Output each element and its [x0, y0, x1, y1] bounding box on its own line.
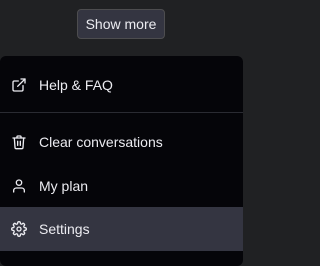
menu-item-clear-conversations[interactable]: Clear conversations	[0, 120, 243, 164]
external-link-icon	[11, 77, 27, 93]
gear-icon	[11, 221, 27, 237]
show-more-button[interactable]: Show more	[77, 9, 165, 39]
user-icon	[11, 178, 27, 194]
menu-item-label: Settings	[39, 221, 90, 237]
menu-item-settings[interactable]: Settings	[0, 207, 243, 251]
user-menu: Help & FAQ Clear conversations My plan S…	[0, 56, 243, 266]
menu-item-label: Help & FAQ	[39, 77, 113, 93]
menu-item-label: My plan	[39, 178, 89, 194]
menu-item-label: Clear conversations	[39, 134, 163, 150]
menu-divider	[0, 112, 243, 113]
trash-icon	[11, 134, 27, 150]
menu-item-help-faq[interactable]: Help & FAQ	[0, 63, 243, 107]
menu-item-my-plan[interactable]: My plan	[0, 164, 243, 208]
